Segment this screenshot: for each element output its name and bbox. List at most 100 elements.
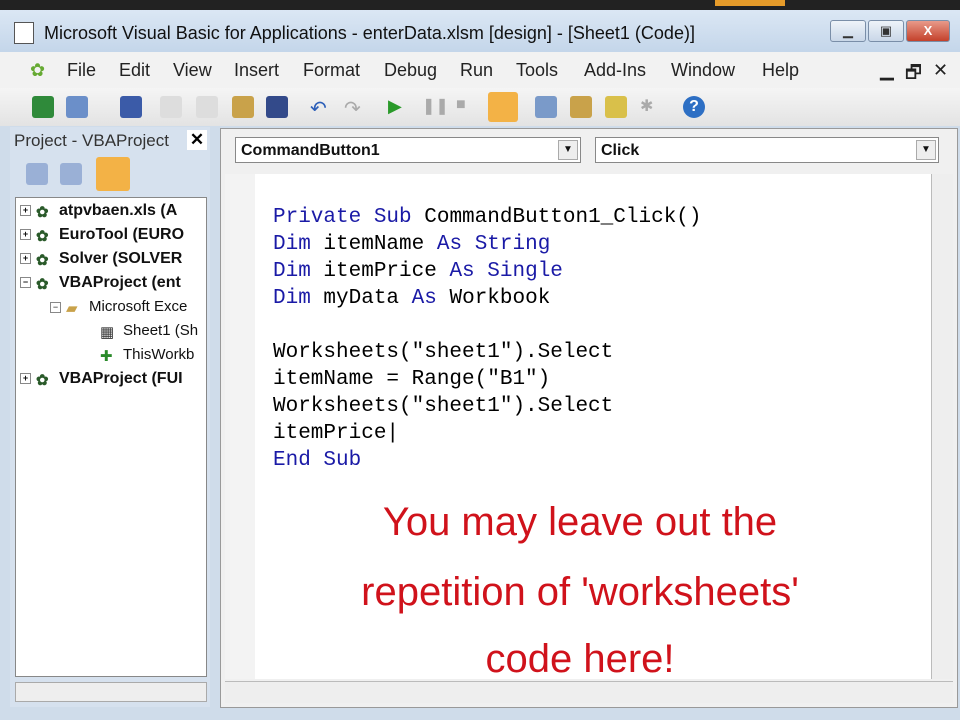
paste-icon[interactable]	[232, 96, 254, 118]
properties-icon[interactable]	[570, 96, 592, 118]
chevron-down-icon[interactable]: ▼	[558, 140, 578, 160]
code-line: Dim itemName As String	[273, 231, 702, 258]
vba-app-icon	[14, 22, 34, 44]
code-text[interactable]: Private Sub CommandButton1_Click() Dim it…	[273, 204, 702, 474]
code-token: CommandButton1_Click()	[424, 206, 702, 229]
chevron-down-icon[interactable]: ▼	[916, 140, 936, 160]
menu-edit[interactable]: Edit	[119, 60, 150, 81]
code-token: Single	[487, 260, 563, 283]
code-token: itemName	[323, 233, 425, 256]
code-token: String	[474, 233, 551, 256]
tree-node[interactable]: + ✿ EuroTool (EURO	[20, 226, 184, 245]
copy-icon[interactable]	[196, 96, 218, 118]
reset-icon[interactable]: ■	[456, 96, 478, 118]
tree-node[interactable]: − ▰ Microsoft Exce	[50, 298, 187, 317]
doc-minimize-icon[interactable]: ▁	[880, 60, 894, 81]
code-line: Worksheets("sheet1").Select	[273, 395, 614, 418]
excel-icon[interactable]	[32, 96, 54, 118]
tree-node-thisworkbook[interactable]: ✚ ThisWorkb	[100, 346, 194, 365]
standard-toolbar: ↶ ↷ ▶ ❚❚ ■ ✱ ?	[0, 88, 960, 126]
design-mode-icon[interactable]	[488, 92, 518, 122]
code-token: itemPrice	[323, 260, 437, 283]
project-explorer: Project - VBAProject ✕ + ✿ atpvbaen.xls (A…	[10, 127, 210, 707]
cut-icon[interactable]	[160, 96, 182, 118]
code-bottom-bar[interactable]	[225, 681, 953, 703]
menu-window[interactable]: Window	[671, 60, 735, 81]
code-token: As	[436, 233, 463, 256]
help-icon[interactable]: ?	[683, 96, 705, 118]
menu-insert[interactable]: Insert	[234, 60, 279, 81]
break-icon[interactable]: ❚❚	[422, 96, 449, 118]
code-line: Worksheets("sheet1").Select	[273, 341, 614, 364]
project-tree: + ✿ atpvbaen.xls (A + ✿ EuroTool (EURO + ✿ Sol…	[15, 197, 207, 677]
code-window: CommandButton1 ▼ Click ▼ Private Sub Comma…	[220, 128, 958, 708]
menu-format[interactable]: Format	[303, 60, 360, 81]
project-close-button[interactable]: ✕	[187, 130, 207, 150]
menu-add-ins[interactable]: Add-Ins	[584, 60, 646, 81]
top-strip	[0, 0, 960, 10]
doc-restore-icon[interactable]: 🗗	[905, 60, 922, 90]
close-button[interactable]: X	[906, 20, 950, 42]
menu-run[interactable]: Run	[460, 60, 493, 81]
object-dropdown[interactable]: CommandButton1 ▼	[235, 137, 581, 163]
menu-debug[interactable]: Debug	[384, 60, 437, 81]
tree-node-sheet1[interactable]: ▦ Sheet1 (Sh	[100, 322, 198, 341]
code-vertical-scrollbar[interactable]	[931, 174, 953, 679]
code-token: Dim	[273, 260, 311, 283]
annotation-line: repetition of 'worksheets'	[361, 570, 799, 614]
code-line: Private Sub CommandButton1_Click()	[273, 204, 702, 231]
maximize-button[interactable]: ▣	[868, 20, 904, 42]
code-token: Private	[273, 206, 362, 229]
doc-close-icon[interactable]: ✕	[933, 60, 948, 81]
project-panel-title: Project - VBAProject	[14, 131, 169, 150]
code-line: itemPrice|	[273, 422, 400, 445]
window-title: Microsoft Visual Basic for Applications …	[44, 23, 695, 43]
redo-icon[interactable]: ↷	[344, 96, 366, 120]
tree-horizontal-scrollbar[interactable]	[15, 682, 207, 702]
insert-userform-icon[interactable]	[66, 96, 88, 118]
tree-node[interactable]: + ✿ VBAProject (FUI	[20, 370, 183, 389]
menu-view[interactable]: View	[173, 60, 212, 81]
run-icon[interactable]: ▶	[388, 96, 410, 118]
save-icon[interactable]	[120, 96, 142, 118]
code-token: Workbook	[449, 287, 551, 310]
find-icon[interactable]	[266, 96, 288, 118]
code-line: End Sub	[273, 449, 362, 472]
menu-file[interactable]: File	[67, 60, 96, 81]
project-explorer-icon[interactable]	[535, 96, 557, 118]
code-line: Dim myData As Workbook	[273, 285, 702, 312]
tree-node[interactable]: + ✿ Solver (SOLVER	[20, 250, 182, 269]
toolbox-icon[interactable]: ✱	[640, 96, 662, 118]
undo-icon[interactable]: ↶	[310, 96, 332, 120]
code-token: As	[411, 287, 437, 310]
menu-bar: ✿ File Edit View Insert Format Debug Run…	[0, 52, 960, 88]
view-object-icon[interactable]	[60, 163, 82, 185]
tree-node[interactable]: − ✿ VBAProject (ent	[20, 274, 181, 293]
tree-node[interactable]: + ✿ atpvbaen.xls (A	[20, 202, 177, 221]
toggle-folders-icon[interactable]	[96, 157, 130, 191]
menu-tools[interactable]: Tools	[516, 60, 558, 81]
minimize-button[interactable]: ▁	[830, 20, 866, 42]
annotation-line: You may leave out the	[382, 500, 778, 544]
vba-menu-icon[interactable]: ✿	[30, 60, 45, 81]
annotation-line: code here!	[485, 637, 675, 681]
procedure-dropdown[interactable]: Click ▼	[595, 137, 939, 163]
code-line: Dim itemPrice As Single	[273, 258, 702, 285]
view-code-icon[interactable]	[26, 163, 48, 185]
code-token: Dim	[273, 233, 311, 256]
menu-help[interactable]: Help	[762, 60, 799, 81]
code-token: As	[449, 260, 475, 283]
object-browser-icon[interactable]	[605, 96, 627, 118]
code-token: Sub	[373, 206, 412, 229]
